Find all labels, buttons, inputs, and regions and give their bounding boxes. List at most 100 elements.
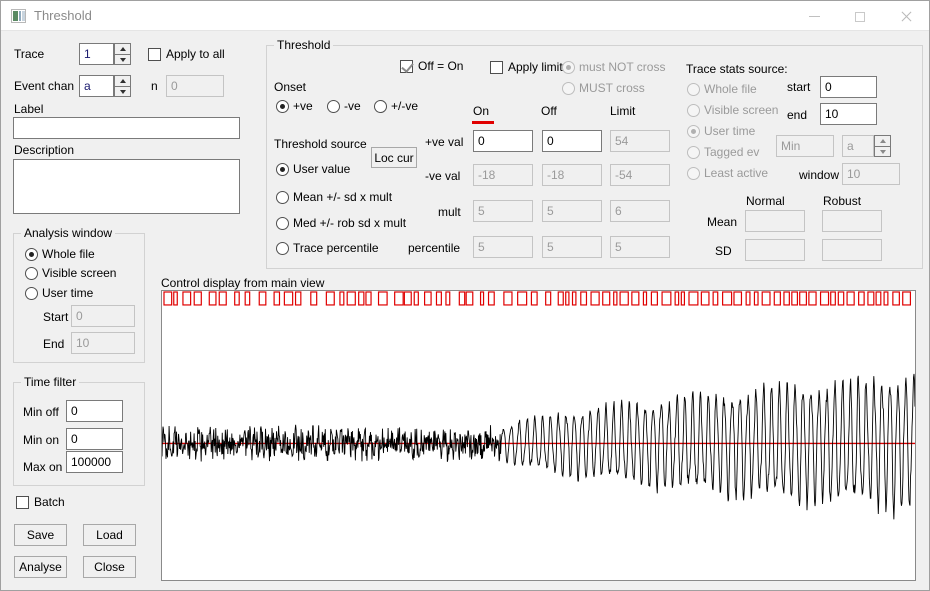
save-button[interactable]: Save (14, 524, 67, 546)
must-cross-circle (562, 82, 575, 95)
event-marker (613, 291, 618, 306)
stats-mean-normal-field[interactable] (745, 210, 805, 232)
event-marker (403, 291, 412, 306)
analyse-button[interactable]: Analyse (14, 556, 67, 578)
close-button[interactable]: Close (83, 556, 136, 578)
onset-negative-label: -ve (344, 99, 361, 113)
stats-chan-value[interactable]: a (842, 135, 874, 157)
n-label: n (151, 79, 158, 93)
close-window-button[interactable] (883, 1, 929, 30)
stats-chan-stepper-up[interactable] (874, 135, 891, 146)
event-marker (358, 291, 365, 306)
event-chan-stepper[interactable]: a (79, 75, 131, 97)
event-marker (258, 291, 267, 306)
n-field: 0 (166, 75, 224, 97)
close-icon (900, 11, 912, 23)
event-chan-stepper-down[interactable] (114, 86, 131, 97)
event-marker (680, 291, 686, 306)
stats-start-input[interactable]: 0 (820, 76, 877, 98)
event-marker (883, 291, 889, 306)
event-marker (590, 291, 600, 306)
max-on-label: Max on (23, 460, 63, 474)
source-user-value-circle (276, 163, 289, 176)
maximize-button[interactable] (837, 1, 883, 30)
trace-stepper-up[interactable] (114, 43, 131, 54)
event-marker (799, 291, 807, 306)
event-marker (325, 291, 335, 306)
event-marker (273, 291, 281, 306)
event-marker (619, 291, 629, 306)
event-marker (218, 291, 227, 306)
stats-sd-normal-field[interactable] (745, 239, 805, 261)
stats-least-active-circle (687, 167, 700, 180)
pve-val-limit-input: 54 (610, 130, 670, 152)
signal-trace (162, 373, 915, 520)
event-marker (283, 291, 294, 306)
event-marker (773, 291, 781, 306)
event-marker (753, 291, 759, 306)
analysis-window-title: Analysis window (21, 226, 116, 240)
event-marker (642, 291, 648, 306)
stats-chan-stepper-down[interactable] (874, 146, 891, 157)
event-marker (661, 291, 672, 306)
stats-min-field: Min (776, 135, 834, 157)
trace-stepper-down[interactable] (114, 54, 131, 65)
event-marker (700, 291, 710, 306)
analysis-end-field: 10 (71, 332, 135, 354)
event-chan-label: Event chan (14, 79, 75, 93)
event-marker (479, 291, 485, 306)
source-med-robsd-circle (276, 217, 289, 230)
event-marker (503, 291, 513, 306)
off-equals-on-label: Off = On (418, 59, 464, 73)
description-input[interactable] (13, 159, 240, 214)
max-on-input[interactable]: 100000 (66, 451, 123, 473)
row-label-pve-val: +ve val (425, 135, 464, 149)
chart-plot-area[interactable] (161, 290, 916, 581)
pve-val-on-input[interactable]: 0 (473, 130, 533, 152)
source-mean-sd-label: Mean +/- sd x mult (293, 190, 393, 204)
event-marker (830, 291, 836, 306)
event-marker (413, 291, 419, 306)
stats-user-time-circle (687, 125, 700, 138)
min-on-input[interactable]: 0 (66, 428, 123, 450)
label-input[interactable] (13, 117, 240, 139)
minimize-button[interactable] (791, 1, 837, 30)
trace-stepper[interactable]: 1 (79, 43, 131, 65)
event-marker (819, 291, 830, 306)
stats-mean-robust-field[interactable] (822, 210, 882, 232)
threshold-window: Threshold Trace 1 Apply to all Event cha… (0, 0, 930, 591)
event-marker (294, 291, 302, 306)
window-title: Threshold (34, 8, 92, 23)
event-marker (424, 291, 432, 306)
source-med-robsd-label: Med +/- rob sd x mult (293, 216, 407, 230)
loc-cur-button[interactable]: Loc cur (371, 147, 417, 168)
mult-off-input: 5 (542, 200, 602, 222)
event-marker (791, 291, 799, 306)
onset-label: Onset (274, 80, 307, 94)
stats-sd-robust-field[interactable] (822, 239, 882, 261)
pve-val-off-input[interactable]: 0 (542, 130, 602, 152)
maximize-icon (855, 11, 865, 22)
event-chan-value[interactable]: a (79, 75, 114, 97)
event-marker (365, 291, 372, 306)
event-marker (310, 291, 318, 306)
column-header-on: On (473, 104, 490, 118)
load-button[interactable]: Load (83, 524, 136, 546)
must-not-cross-circle (562, 61, 575, 74)
event-marker (465, 291, 474, 306)
stats-least-active-label: Least active (704, 166, 769, 180)
stats-end-input[interactable]: 10 (820, 103, 877, 125)
stats-user-time-label: User time (704, 124, 756, 138)
stats-whole-file-circle (687, 83, 700, 96)
event-chan-stepper-up[interactable] (114, 75, 131, 86)
percentile-limit-input: 5 (610, 236, 670, 258)
event-marker (234, 291, 240, 306)
event-marker (650, 291, 658, 306)
event-marker (571, 291, 577, 306)
min-off-input[interactable]: 0 (66, 400, 123, 422)
stats-chan-stepper[interactable]: a (842, 135, 891, 157)
onset-both-circle (374, 100, 387, 113)
minimize-icon (808, 16, 820, 18)
trace-value[interactable]: 1 (79, 43, 114, 65)
stats-window-field: 10 (842, 163, 900, 185)
